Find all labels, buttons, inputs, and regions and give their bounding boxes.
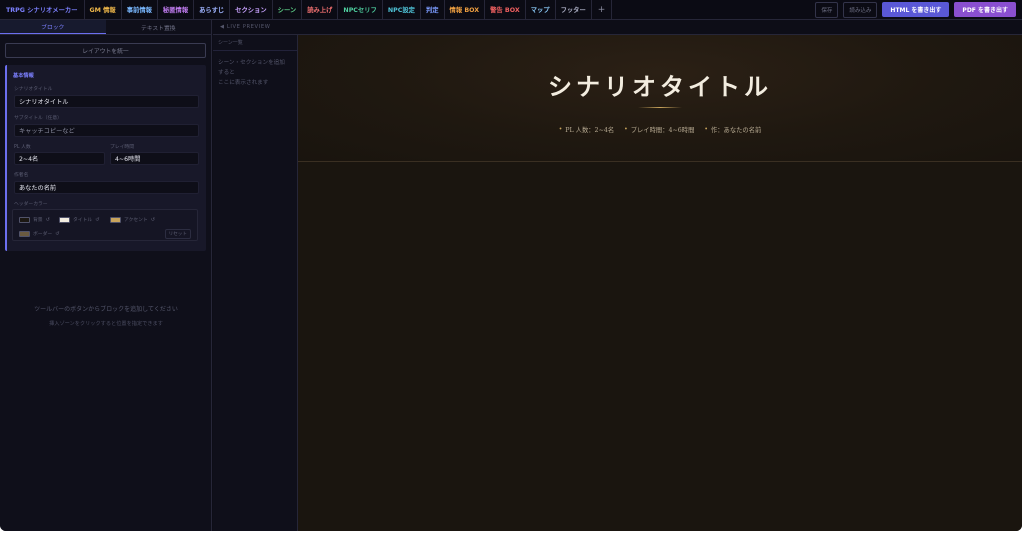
toolbar: TRPG シナリオメーカー GM 情報 事前情報 秘匿情報 あらすじ セクション シーン読…: [0, 0, 1022, 20]
export-html-button[interactable]: HTML を書き出す: [882, 2, 950, 17]
tab-blocks[interactable]: ブロック: [0, 20, 106, 34]
load-button[interactable]: 読み込み: [843, 1, 878, 18]
toolbar-button[interactable]: GM 情報: [85, 0, 122, 19]
swatch-label: タイトル: [73, 218, 93, 223]
author-label: 作者名: [14, 173, 29, 178]
play-time-input[interactable]: 4~6時間: [110, 152, 199, 165]
toolbar-button[interactable]: 判定: [421, 0, 445, 19]
card-title: 基本情報: [13, 73, 34, 79]
toolbar-button[interactable]: 読み上げ: [302, 0, 339, 19]
toolbar-button[interactable]: 警告 BOX: [485, 0, 526, 19]
bullet-icon: •: [624, 126, 628, 133]
swatch-border[interactable]: ボーダー ↺: [19, 230, 59, 237]
play-time-label: プレイ時間: [110, 145, 134, 150]
subtitle-label: サブタイトル（任意）: [14, 116, 62, 121]
empty-state-hint: 挿入ゾーンをクリックすると位置を指定できます: [49, 321, 163, 327]
reset-icon[interactable]: ↺: [55, 231, 59, 237]
toolbar-button[interactable]: NPC設定: [383, 0, 421, 19]
scenario-title-input[interactable]: シナリオタイトル: [14, 95, 199, 108]
save-button[interactable]: 保存: [815, 1, 839, 18]
toolbar-button[interactable]: シーン: [273, 0, 303, 19]
meta-text: プレイ時間：4~6時間: [630, 127, 695, 134]
toolbar-button[interactable]: あらすじ: [194, 0, 231, 19]
scenario-title: シナリオタイトル: [548, 72, 772, 101]
pl-count-input[interactable]: 2~4名: [14, 152, 105, 165]
swatch-chip: [19, 230, 30, 237]
scene-list-title: シーン一覧: [213, 35, 297, 51]
swatch-background[interactable]: 背景 ↺: [19, 216, 50, 223]
meta-text: 作：あなたの名前: [710, 127, 762, 134]
swatch-chip: [19, 216, 30, 223]
swatch-chip: [59, 216, 70, 223]
header-color-picker: 背景 ↺ タイトル ↺ アクセント ↺ ボーダー ↺ リセット: [12, 209, 198, 241]
editor-tabs: ブロック テキスト置換: [0, 20, 211, 35]
reset-icon[interactable]: ↺: [95, 217, 99, 223]
toolbar-button[interactable]: NPCセリフ: [338, 0, 383, 19]
pl-count-label: PL 人数: [14, 145, 31, 150]
toolbar-button[interactable]: 情報 BOX: [445, 0, 486, 19]
add-block-button[interactable]: +: [592, 0, 613, 19]
reset-icon[interactable]: ↺: [46, 217, 50, 223]
scenario-title-label: シナリオタイトル: [14, 87, 53, 92]
editor-panel: ブロック テキスト置換 レイアウトを統一 基本情報 シナリオタイトル シナリオタ…: [0, 20, 212, 531]
toolbar-button[interactable]: セクション: [230, 0, 273, 19]
swatch-label: ボーダー: [33, 232, 53, 237]
tab-text-replace[interactable]: テキスト置換: [106, 20, 212, 34]
toolbar-button[interactable]: マップ: [526, 0, 556, 19]
preview-page: シナリオタイトル • PL 人数：2~4名 • プレイ時間：4~6時間 • 作：…: [298, 35, 1022, 531]
swatch-title[interactable]: タイトル ↺: [59, 216, 99, 223]
toolbar-actions: 保存 読み込み HTML を書き出す PDF を書き出す: [815, 0, 1022, 19]
author-input[interactable]: あなたの名前: [14, 181, 199, 194]
app-brand: TRPG シナリオメーカー: [0, 0, 85, 19]
scene-list-panel: シーン一覧 シーン・セクションを追加 すると ここに表示されます: [213, 35, 298, 531]
swatch-accent[interactable]: アクセント ↺: [110, 216, 155, 223]
meta-text: PL 人数：2~4名: [565, 127, 615, 134]
scene-list-hint: シーン・セクションを追加 すると ここに表示されます: [218, 60, 285, 86]
swatch-chip: [110, 216, 121, 223]
meta-play-time: • プレイ時間：4~6時間: [624, 125, 694, 134]
block-buttons: GM 情報 事前情報 秘匿情報 あらすじ セクション シーン 読み上げ NPCセリフ NPC設定…: [85, 0, 592, 19]
reset-colors-button[interactable]: リセット: [164, 229, 191, 239]
reset-icon[interactable]: ↺: [151, 217, 155, 223]
export-pdf-button[interactable]: PDF を書き出す: [954, 2, 1016, 17]
toolbar-button[interactable]: 秘匿情報: [158, 0, 195, 19]
scenario-header: シナリオタイトル • PL 人数：2~4名 • プレイ時間：4~6時間 • 作：…: [298, 35, 1022, 162]
swatch-label: アクセント: [124, 218, 148, 223]
meta-author: • 作：あなたの名前: [704, 125, 761, 134]
toolbar-button[interactable]: フッター: [556, 0, 592, 19]
scenario-meta: • PL 人数：2~4名 • プレイ時間：4~6時間 • 作：あなたの名前: [298, 125, 1022, 134]
swatch-label: 背景: [33, 218, 43, 223]
app-window: TRPG シナリオメーカー GM 情報 事前情報 秘匿情報 あらすじ セクション シーン読…: [0, 0, 1022, 531]
bullet-icon: •: [704, 126, 708, 133]
header-color-label: ヘッダーカラー: [14, 202, 48, 207]
empty-state-message: ツールバーのボタンからブロックを追加してください: [34, 306, 178, 313]
unify-layout-button[interactable]: レイアウトを統一: [5, 43, 206, 58]
toolbar-button[interactable]: 事前情報: [122, 0, 158, 19]
live-preview-header[interactable]: ◀ LIVE PREVIEW: [213, 20, 1022, 35]
meta-pl-count: • PL 人数：2~4名: [559, 125, 614, 134]
bullet-icon: •: [558, 126, 563, 133]
subtitle-input[interactable]: キャッチコピーなど: [14, 124, 199, 137]
title-divider: [638, 107, 682, 108]
